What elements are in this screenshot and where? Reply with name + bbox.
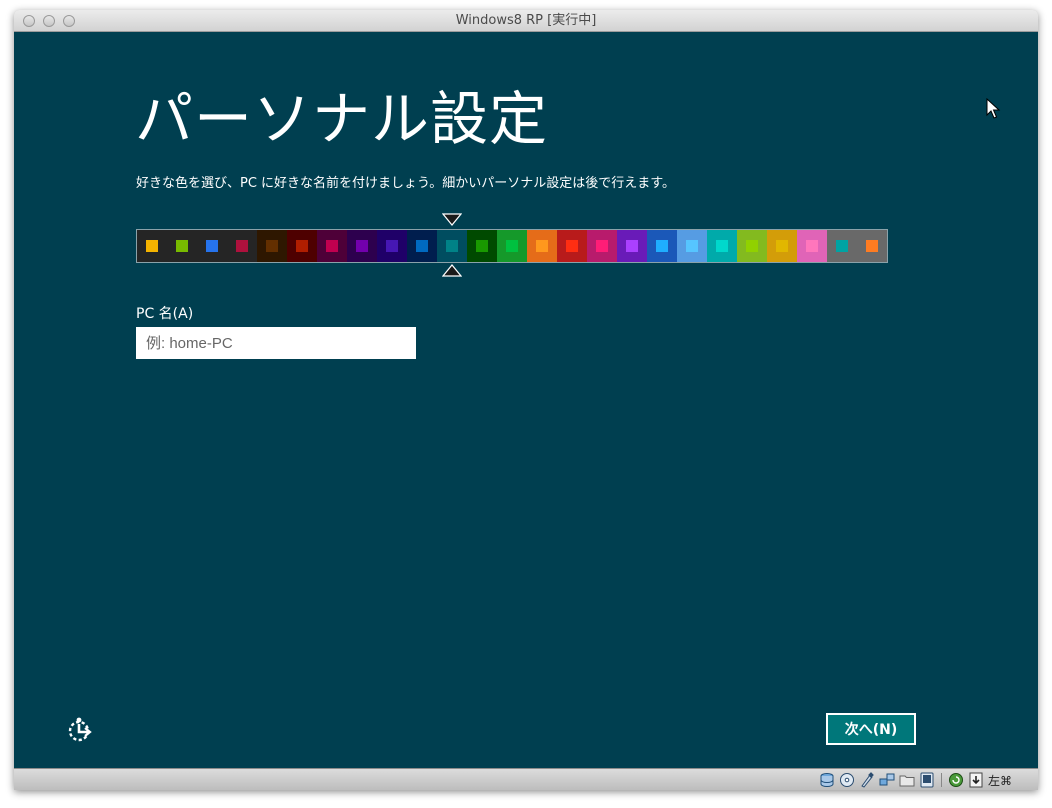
shared-folder-icon[interactable] [899,772,915,788]
title-bar[interactable]: Windows8 RP [実行中] [14,10,1038,32]
color-swatch-accent [146,240,158,252]
color-swatch-accent [806,240,818,252]
color-swatch-accent [266,240,278,252]
color-swatch-accent [356,240,368,252]
page-title: パーソナル設定 [135,85,549,153]
mouse-pointer-icon [986,98,1001,119]
color-swatch-accent [716,240,728,252]
color-swatch-accent [446,240,458,252]
color-swatch-accent [866,240,878,252]
color-swatch[interactable] [407,230,437,262]
color-swatch[interactable] [197,230,227,262]
usb-icon[interactable] [859,772,875,788]
color-palette [136,229,888,263]
color-swatch-accent [656,240,668,252]
next-button[interactable]: 次へ(N) [826,713,916,745]
color-swatch[interactable] [617,230,647,262]
color-swatch-accent [566,240,578,252]
pc-name-input[interactable] [136,327,416,359]
color-swatch[interactable] [557,230,587,262]
color-swatch-accent [626,240,638,252]
color-swatch-accent [326,240,338,252]
color-swatch[interactable] [137,230,167,262]
color-swatch[interactable] [167,230,197,262]
color-swatch-accent [206,240,218,252]
virtualbox-window: Windows8 RP [実行中] パーソナル設定 好きな色を選び、PC に好き… [14,10,1038,790]
color-swatch-accent [176,240,188,252]
color-selector-bottom-marker-icon [442,264,462,277]
color-swatch[interactable] [497,230,527,262]
color-swatch-accent [236,240,248,252]
color-swatch[interactable] [467,230,497,262]
color-swatch-accent [296,240,308,252]
color-swatch[interactable] [827,230,857,262]
color-swatch[interactable] [527,230,557,262]
color-swatch[interactable] [317,230,347,262]
color-swatch[interactable] [287,230,317,262]
color-swatch-accent [776,240,788,252]
network-icon[interactable] [879,772,895,788]
color-swatch-accent [416,240,428,252]
color-swatch[interactable] [257,230,287,262]
color-swatch[interactable] [857,230,887,262]
color-swatch-accent [836,240,848,252]
color-swatch-accent [506,240,518,252]
host-key-label: 左⌘ [987,773,1012,788]
status-bar: 左⌘ [14,768,1038,790]
color-swatch[interactable] [797,230,827,262]
color-swatch[interactable] [587,230,617,262]
color-swatch-accent [746,240,758,252]
color-swatch[interactable] [737,230,767,262]
color-swatch[interactable] [347,230,377,262]
color-swatch[interactable] [227,230,257,262]
status-separator [940,773,942,787]
color-swatch[interactable] [437,230,467,262]
mouse-integration-icon[interactable] [968,772,984,788]
ease-of-access-icon[interactable] [66,716,94,744]
color-swatch[interactable] [707,230,737,262]
color-swatch[interactable] [677,230,707,262]
color-swatch[interactable] [377,230,407,262]
color-swatch[interactable] [767,230,797,262]
window-title: Windows8 RP [実行中] [455,13,597,28]
color-swatch-accent [386,240,398,252]
color-swatch-accent [686,240,698,252]
color-swatch-accent [476,240,488,252]
color-swatch[interactable] [647,230,677,262]
guest-screen[interactable]: パーソナル設定 好きな色を選び、PC に好きな名前を付けましょう。細かいパーソナ… [14,32,1038,768]
optical-disc-icon[interactable] [839,772,855,788]
color-selector-top-marker-icon [442,213,462,226]
page-subtitle: 好きな色を選び、PC に好きな名前を付けましょう。細かいパーソナル設定は後で行え… [136,176,675,191]
pc-name-label: PC 名(A) [136,306,194,322]
color-swatch-accent [596,240,608,252]
hard-disk-icon[interactable] [819,772,835,788]
video-capture-icon[interactable] [948,772,964,788]
color-swatch-accent [536,240,548,252]
display-icon[interactable] [919,772,935,788]
